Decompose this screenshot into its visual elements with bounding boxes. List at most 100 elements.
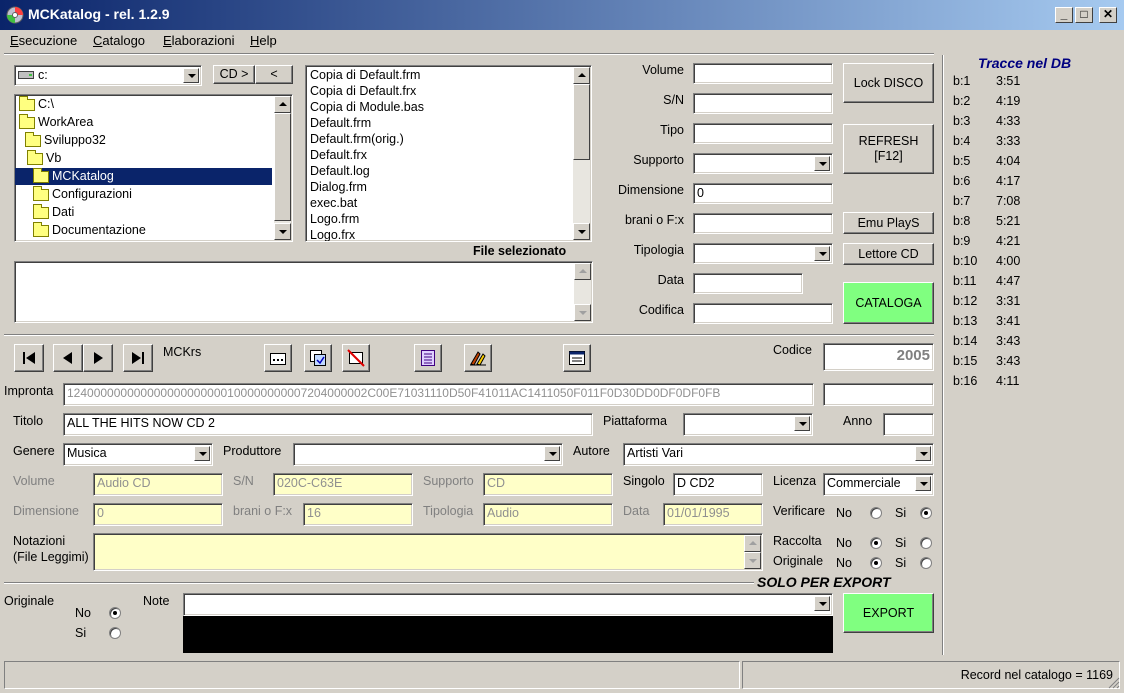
- scroll-up-icon[interactable]: [573, 67, 590, 84]
- autore-select[interactable]: Artisti Vari: [623, 443, 934, 466]
- disc-sn-field[interactable]: [693, 93, 833, 114]
- impronta-extra-field[interactable]: [823, 383, 934, 406]
- disc-volume-field[interactable]: [693, 63, 833, 84]
- resize-grip-icon[interactable]: [1108, 677, 1120, 689]
- export-si-radio[interactable]: [109, 627, 121, 639]
- tree-node[interactable]: Sviluppo32: [25, 131, 106, 149]
- refresh-button[interactable]: REFRESH [F12]: [843, 124, 934, 174]
- disc-supporto-select[interactable]: [693, 153, 833, 174]
- tree-node[interactable]: Dati: [33, 203, 74, 221]
- first-record-button[interactable]: [14, 344, 44, 372]
- list-item[interactable]: Copia di Default.frx: [307, 83, 573, 99]
- notazioni-textarea[interactable]: [93, 533, 763, 571]
- menu-catalogo[interactable]: Catalogo: [93, 33, 145, 48]
- tree-node[interactable]: WorkArea: [19, 113, 93, 131]
- scroll-down-icon[interactable]: [274, 223, 291, 240]
- raccolta-si-radio[interactable]: [920, 537, 932, 549]
- scroll-down-icon[interactable]: [574, 304, 591, 321]
- menu-help[interactable]: Help: [250, 33, 277, 48]
- dropdown-arrow-icon[interactable]: [814, 246, 830, 261]
- scroll-down-icon[interactable]: [744, 552, 761, 569]
- list-item[interactable]: Default.frm(orig.): [307, 131, 573, 147]
- genere-select[interactable]: Musica: [63, 443, 213, 466]
- delete-record-button[interactable]: [342, 344, 370, 372]
- originale-no-radio[interactable]: [870, 557, 882, 569]
- cd-back-button[interactable]: <: [255, 65, 293, 84]
- licenza-select[interactable]: Commerciale: [823, 473, 934, 496]
- export-no-radio[interactable]: [109, 607, 121, 619]
- list-item[interactable]: Default.log: [307, 163, 573, 179]
- dropdown-arrow-icon[interactable]: [194, 446, 210, 461]
- raccolta-no-radio[interactable]: [870, 537, 882, 549]
- disc-data-field[interactable]: [693, 273, 803, 294]
- cataloga-button[interactable]: CATALOGA: [843, 282, 934, 324]
- file-selected-box[interactable]: [14, 261, 593, 323]
- scroll-up-icon[interactable]: [274, 96, 291, 113]
- dropdown-arrow-icon[interactable]: [915, 446, 931, 461]
- tree-node[interactable]: Vb: [27, 149, 61, 167]
- file-list[interactable]: Copia di Default.frm Copia di Default.fr…: [305, 65, 592, 242]
- title-bar[interactable]: MCKatalog - rel. 1.2.9 _ □ ✕: [0, 0, 1124, 30]
- dropdown-arrow-icon[interactable]: [814, 156, 830, 171]
- scroll-up-icon[interactable]: [574, 263, 591, 280]
- list-item[interactable]: Default.frx: [307, 147, 573, 163]
- tree-scrollbar[interactable]: [274, 96, 291, 240]
- cd-forward-button[interactable]: CD >: [213, 65, 255, 84]
- dropdown-arrow-icon[interactable]: [794, 416, 810, 431]
- list-button[interactable]: [414, 344, 442, 372]
- dropdown-arrow-icon[interactable]: [544, 446, 560, 461]
- verificare-si-radio[interactable]: [920, 507, 932, 519]
- disc-tipologia-select[interactable]: [693, 243, 833, 264]
- new-record-button[interactable]: [264, 344, 292, 372]
- scroll-thumb[interactable]: [274, 113, 291, 221]
- file-list-scrollbar[interactable]: [573, 67, 590, 240]
- list-item[interactable]: Logo.frx: [307, 227, 573, 241]
- previous-record-button[interactable]: [53, 344, 83, 372]
- drive-dropdown-arrow[interactable]: [183, 68, 199, 83]
- verificare-no-radio[interactable]: [870, 507, 882, 519]
- anno-field[interactable]: [883, 413, 934, 436]
- file-selected-scrollbar[interactable]: [574, 263, 591, 321]
- originale-si-radio[interactable]: [920, 557, 932, 569]
- tree-node[interactable]: Documentazione: [33, 221, 146, 239]
- disc-brani-field[interactable]: [693, 213, 833, 234]
- list-item[interactable]: Copia di Module.bas: [307, 99, 573, 115]
- lock-disco-button[interactable]: Lock DISCO: [843, 63, 934, 103]
- maximize-button[interactable]: □: [1075, 7, 1093, 23]
- tree-node-selected[interactable]: MCKatalog: [15, 167, 272, 185]
- disc-tipo-field[interactable]: [693, 123, 833, 144]
- emu-plays-button[interactable]: Emu PlayS: [843, 212, 934, 234]
- note-select[interactable]: [183, 593, 833, 616]
- list-item[interactable]: Logo.frm: [307, 211, 573, 227]
- scroll-up-icon[interactable]: [744, 535, 761, 552]
- drive-select[interactable]: c:: [14, 65, 202, 86]
- list-item[interactable]: exec.bat: [307, 195, 573, 211]
- dropdown-arrow-icon[interactable]: [915, 476, 931, 491]
- menu-esecuzione[interactable]: Esecuzione: [10, 33, 77, 48]
- disc-dimensione-field[interactable]: 0: [693, 183, 833, 204]
- titolo-field[interactable]: ALL THE HITS NOW CD 2: [63, 413, 593, 436]
- export-button[interactable]: EXPORT: [843, 593, 934, 633]
- minimize-button[interactable]: _: [1055, 7, 1073, 23]
- piattaforma-select[interactable]: [683, 413, 813, 436]
- scroll-thumb[interactable]: [573, 84, 590, 160]
- window-button[interactable]: [563, 344, 591, 372]
- list-item[interactable]: Copia di Default.frm: [307, 67, 573, 83]
- disc-codifica-field[interactable]: [693, 303, 833, 324]
- save-record-button[interactable]: [304, 344, 332, 372]
- list-item[interactable]: Default.frm: [307, 115, 573, 131]
- produttore-select[interactable]: [293, 443, 563, 466]
- list-item[interactable]: Dialog.frm: [307, 179, 573, 195]
- close-button[interactable]: ✕: [1099, 7, 1117, 23]
- notazioni-scrollbar[interactable]: [744, 535, 761, 569]
- next-record-button[interactable]: [83, 344, 113, 372]
- lettore-cd-button[interactable]: Lettore CD: [843, 243, 934, 265]
- menu-elaborazioni[interactable]: Elaborazioni: [163, 33, 235, 48]
- scroll-down-icon[interactable]: [573, 223, 590, 240]
- directory-tree[interactable]: C:\ WorkArea Sviluppo32 Vb MCKatalog Con…: [14, 94, 293, 242]
- tools-button[interactable]: [464, 344, 492, 372]
- tree-node[interactable]: Configurazioni: [33, 185, 132, 203]
- dropdown-arrow-icon[interactable]: [814, 596, 830, 611]
- last-record-button[interactable]: [123, 344, 153, 372]
- tree-node[interactable]: C:\: [19, 95, 54, 113]
